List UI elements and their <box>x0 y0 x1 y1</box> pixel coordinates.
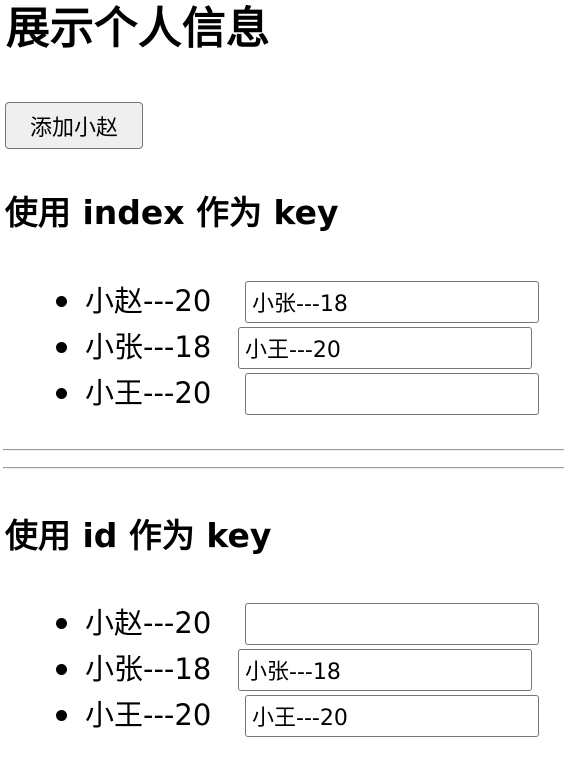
list-item: 小张---18 <box>0 648 560 694</box>
person-label: 小张---18 <box>85 330 212 364</box>
person-input[interactable] <box>245 695 539 737</box>
page-title: 展示个人信息 <box>6 3 270 54</box>
bullet-icon <box>56 388 67 399</box>
divider <box>3 467 564 469</box>
id-key-heading: 使用 id 作为 key <box>5 516 272 555</box>
list-item: 小王---20 <box>0 372 560 418</box>
add-xiaozhao-button[interactable]: 添加小赵 <box>5 102 143 149</box>
person-label: 小王---20 <box>85 698 212 732</box>
person-input[interactable] <box>245 281 539 323</box>
list-item: 小赵---20 <box>0 602 560 648</box>
list-item: 小赵---20 <box>0 280 560 326</box>
id-key-list: 小赵---20 小张---18 小王---20 <box>0 602 560 740</box>
person-input[interactable] <box>238 649 532 691</box>
person-input[interactable] <box>245 373 539 415</box>
bullet-icon <box>56 618 67 629</box>
person-label: 小张---18 <box>85 652 212 686</box>
list-item: 小张---18 <box>0 326 560 372</box>
person-label: 小赵---20 <box>85 606 212 640</box>
person-input[interactable] <box>238 327 532 369</box>
bullet-icon <box>56 296 67 307</box>
person-input[interactable] <box>245 603 539 645</box>
divider <box>3 449 564 451</box>
list-item: 小王---20 <box>0 694 560 740</box>
index-key-list: 小赵---20 小张---18 小王---20 <box>0 280 560 418</box>
bullet-icon <box>56 664 67 675</box>
person-label: 小王---20 <box>85 376 212 410</box>
index-key-heading: 使用 index 作为 key <box>5 193 339 232</box>
bullet-icon <box>56 342 67 353</box>
person-label: 小赵---20 <box>85 284 212 318</box>
bullet-icon <box>56 710 67 721</box>
